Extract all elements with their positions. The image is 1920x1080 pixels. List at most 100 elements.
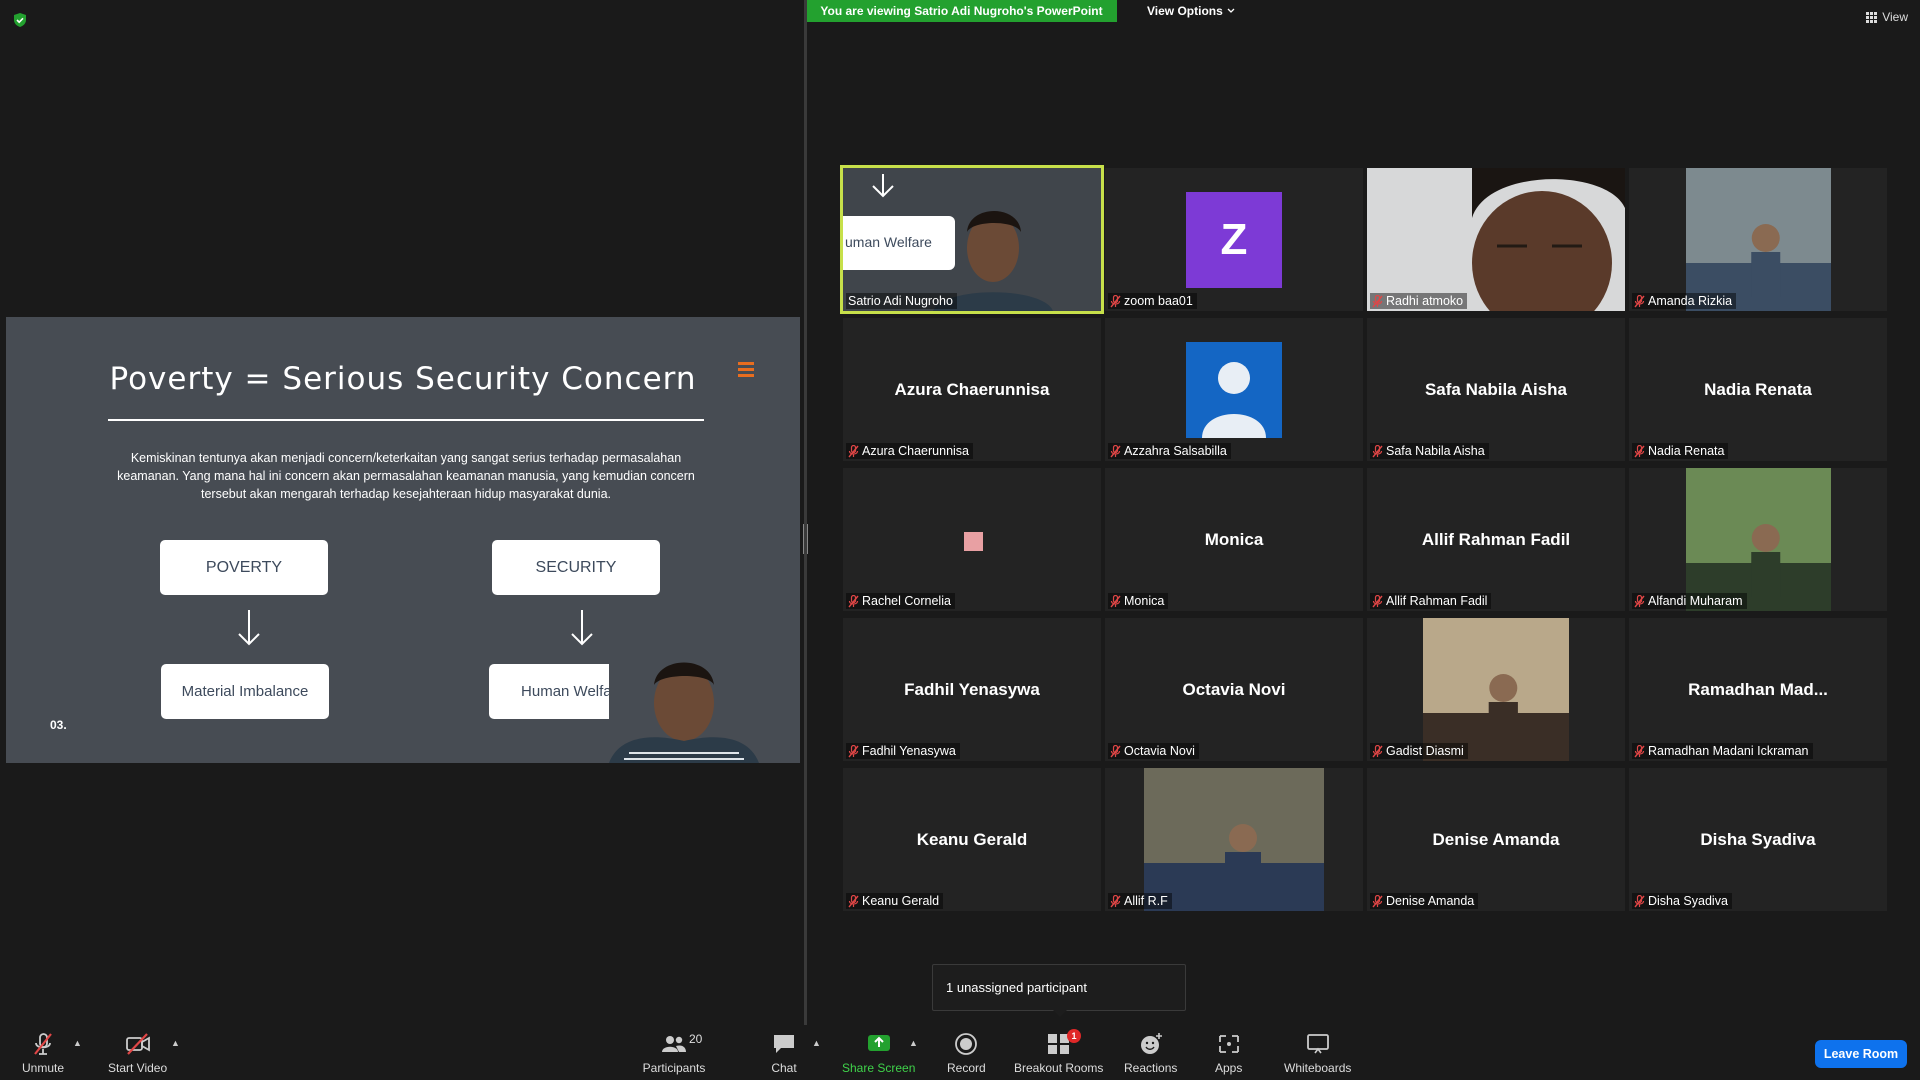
apps-button[interactable]: Apps (1215, 1031, 1242, 1075)
participant-tile[interactable]: Denise Amanda Denise Amanda (1367, 768, 1625, 911)
participant-name-label: Gadist Diasmi (1370, 743, 1468, 759)
participant-tile[interactable]: Alfandi Muharam (1629, 468, 1887, 611)
chevron-down-icon (1227, 8, 1235, 13)
sharing-banner: You are viewing Satrio Adi Nugroho's Pow… (806, 0, 1117, 22)
participant-display-name: Octavia Novi (1182, 679, 1286, 699)
share-screen-label: Share Screen (842, 1061, 916, 1075)
participant-tile[interactable]: Amanda Rizkia (1629, 168, 1887, 311)
microphone-muted-icon (1110, 744, 1121, 757)
participant-tile[interactable]: Radhi atmoko (1367, 168, 1625, 311)
participant-photo (1423, 618, 1569, 761)
unassigned-participant-popup[interactable]: 1 unassigned participant (932, 964, 1186, 1011)
participant-name: Rachel Cornelia (862, 594, 951, 608)
whiteboards-button[interactable]: Whiteboards (1284, 1031, 1351, 1075)
participant-name-label: Ramadhan Madani Ickraman (1632, 743, 1813, 759)
microphone-muted-icon (1372, 444, 1383, 457)
reactions-button[interactable]: Reactions (1124, 1031, 1177, 1075)
audio-options-caret[interactable]: ▲ (73, 1038, 82, 1048)
share-options-caret[interactable]: ▲ (909, 1038, 918, 1048)
participant-photo (1686, 468, 1831, 611)
participant-tile[interactable]: Safa Nabila Aisha Safa Nabila Aisha (1367, 318, 1625, 461)
participant-name: Allif R.F (1124, 894, 1168, 908)
grid-view-icon (1866, 11, 1878, 23)
participant-tile[interactable]: Disha Syadiva Disha Syadiva (1629, 768, 1887, 911)
unmute-button[interactable]: Unmute (22, 1031, 64, 1075)
start-video-button[interactable]: Start Video (108, 1031, 167, 1075)
participant-photo (1144, 768, 1324, 911)
participant-tile[interactable]: Octavia Novi Octavia Novi (1105, 618, 1363, 761)
participant-tile[interactable]: Monica Monica (1105, 468, 1363, 611)
view-options-button[interactable]: View Options (1137, 0, 1245, 22)
avatar (964, 532, 983, 551)
divider-drag-handle[interactable] (803, 524, 808, 554)
slide-title: Poverty = Serious Security Concern (109, 361, 697, 397)
microphone-muted-icon (1634, 744, 1645, 757)
participant-name: Azzahra Salsabilla (1124, 444, 1227, 458)
participant-tile[interactable]: Azura Chaerunnisa Azura Chaerunnisa (843, 318, 1101, 461)
participant-name: Safa Nabila Aisha (1386, 444, 1485, 458)
participant-tile[interactable]: uman Welfare Satrio Adi Nugroho (840, 165, 1104, 314)
participant-tile[interactable]: Gadist Diasmi (1367, 618, 1625, 761)
chat-button[interactable]: Chat (771, 1031, 797, 1075)
participant-name: Disha Syadiva (1648, 894, 1728, 908)
slide-title-underline (108, 419, 704, 421)
slide-number: 03. (50, 718, 67, 732)
participant-name: Allif Rahman Fadil (1386, 594, 1488, 608)
participant-tile[interactable]: Allif R.F (1105, 768, 1363, 911)
participant-tile[interactable]: Ramadhan Mad... Ramadhan Madani Ickraman (1629, 618, 1887, 761)
breakout-rooms-label: Breakout Rooms (1014, 1061, 1104, 1075)
breakout-rooms-button[interactable]: 1 Breakout Rooms (1014, 1029, 1104, 1075)
participant-tile[interactable]: Allif Rahman Fadil Allif Rahman Fadil (1367, 468, 1625, 611)
microphone-muted-icon (1634, 894, 1645, 907)
participant-tile[interactable]: Nadia Renata Nadia Renata (1629, 318, 1887, 461)
participant-display-name: Keanu Gerald (916, 829, 1028, 849)
chat-options-caret[interactable]: ▲ (812, 1038, 821, 1048)
participant-display-name: Fadhil Yenasywa (904, 679, 1040, 699)
microphone-muted-icon (848, 894, 859, 907)
participant-name: Ramadhan Madani Ickraman (1648, 744, 1809, 758)
shared-slide: Poverty = Serious Security Concern Kemis… (6, 317, 800, 763)
share-screen-button[interactable]: Share Screen (842, 1031, 915, 1075)
reactions-label: Reactions (1124, 1061, 1178, 1075)
participant-tile[interactable]: Keanu Gerald Keanu Gerald (843, 768, 1101, 911)
leave-room-button[interactable]: Leave Room (1815, 1040, 1907, 1068)
view-layout-button[interactable]: View (1866, 10, 1908, 24)
poverty-box: POVERTY (160, 540, 328, 595)
participant-tile[interactable]: Azzahra Salsabilla (1105, 318, 1363, 461)
participant-name-label: Azzahra Salsabilla (1108, 443, 1231, 459)
participant-name: Amanda Rizkia (1648, 294, 1733, 308)
apps-label: Apps (1215, 1061, 1243, 1075)
record-icon (955, 1033, 978, 1055)
popup-tail (1053, 1010, 1067, 1017)
participant-tile[interactable]: Rachel Cornelia (843, 468, 1101, 611)
participant-name: Alfandi Muharam (1648, 594, 1743, 608)
video-camera-off-icon (125, 1033, 150, 1055)
microphone-muted-icon (848, 444, 859, 457)
unmute-label: Unmute (22, 1061, 65, 1075)
participant-display-name: Monica (1204, 529, 1264, 549)
participant-name: Satrio Adi Nugroho (848, 294, 953, 308)
microphone-muted-icon (1372, 894, 1383, 907)
participant-name: Monica (1124, 594, 1165, 608)
participant-display-name: Safa Nabila Aisha (1424, 379, 1568, 399)
slide-fragment-text: uman Welfare (845, 234, 932, 250)
participant-name-label: Denise Amanda (1370, 893, 1479, 909)
encryption-shield-icon[interactable] (12, 12, 28, 28)
participant-name: Radhi atmoko (1386, 294, 1464, 308)
participant-name: Octavia Novi (1124, 744, 1195, 758)
microphone-muted-icon (1110, 444, 1121, 457)
microphone-muted-icon (1372, 294, 1383, 307)
meeting-toolbar: Unmute ▲ Start Video ▲ 20 Participants C… (0, 1025, 1920, 1080)
split-divider[interactable] (804, 0, 807, 1025)
participant-video (1367, 168, 1625, 311)
chat-label: Chat (771, 1061, 797, 1075)
participant-tile[interactable]: Fadhil Yenasywa Fadhil Yenasywa (843, 618, 1101, 761)
participants-button[interactable]: 20 Participants (643, 1031, 706, 1075)
video-options-caret[interactable]: ▲ (171, 1038, 180, 1048)
apps-icon (1218, 1035, 1239, 1053)
record-button[interactable]: Record (947, 1031, 986, 1075)
participant-tile[interactable]: Zzoom baa01 (1105, 168, 1363, 311)
participant-name-label: zoom baa01 (1108, 293, 1197, 309)
participants-icon (662, 1036, 686, 1052)
microphone-muted-icon (34, 1033, 52, 1055)
